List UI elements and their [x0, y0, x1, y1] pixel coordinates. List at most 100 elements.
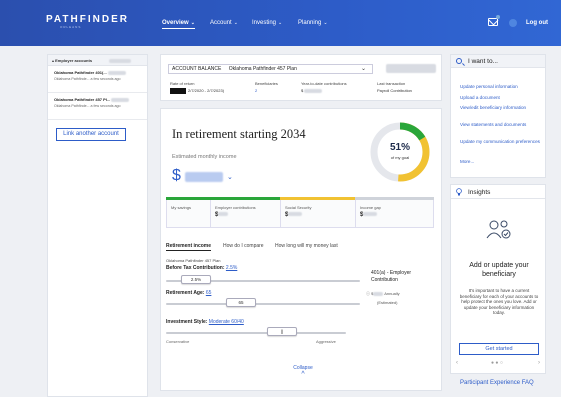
account-name: Oklahoma Pathfinder 457 Pl... [54, 97, 111, 102]
redacted-value [107, 70, 126, 75]
i-want-to-title: I want to... [468, 58, 498, 65]
avatar[interactable] [509, 19, 517, 27]
contribution-slider-thumb[interactable]: 2.5% [181, 275, 211, 284]
insights-card: Insights Add or update your beneficiary … [450, 184, 546, 374]
account-balance-label: ACCOUNT BALANCE [172, 66, 222, 72]
contribution-label: Before Tax Contribution: 2.5% [166, 265, 237, 271]
ytd-label: Year-to-date contributions [301, 81, 347, 86]
redacted-value [170, 88, 186, 94]
retirement-age-text: Retirement Age: [166, 290, 205, 296]
chevron-left-icon[interactable]: ‹ [456, 360, 458, 366]
redacted-value [109, 58, 132, 63]
account-subtitle: Oklahoma Pathfinde... a few seconds ago [54, 104, 121, 108]
plan-selector[interactable]: ACCOUNT BALANCE Oklahoma Pathfinder 457 … [168, 64, 373, 74]
tab-how-long-money-last[interactable]: How long will my money last [275, 243, 338, 249]
segment-label: Social Security [285, 205, 312, 210]
chevron-down-icon: ⌄ [323, 20, 328, 26]
nav-account-label: Account [210, 20, 232, 26]
estimated-income-label: Estimated monthly income [172, 154, 237, 160]
participant-faq-link[interactable]: Participant Experience FAQ [460, 380, 534, 386]
account-balance-card: ACCOUNT BALANCE Oklahoma Pathfinder 457 … [160, 54, 442, 101]
link-another-account-button[interactable]: Link another account [56, 128, 126, 141]
link-beneficiary-info[interactable]: View/edit beneficiary information [460, 105, 540, 111]
investment-style-text: Investment Style: [166, 319, 208, 325]
account-list-item[interactable]: Oklahoma Pathfinder 401(... Oklahoma Pat… [48, 66, 147, 93]
investment-style-slider-track[interactable] [166, 332, 346, 334]
segment-label: My savings [171, 205, 192, 210]
last-transaction: Last transaction Payroll Contribution [377, 81, 412, 93]
link-communication-preferences[interactable]: Update my communication preferences [460, 139, 540, 145]
get-started-button[interactable]: Get started [459, 343, 539, 355]
segment-bar [166, 197, 211, 200]
chevron-down-icon: ⌄ [233, 20, 238, 26]
investment-style-slider-thumb[interactable]: || [267, 327, 297, 336]
mail-icon[interactable] [488, 18, 498, 26]
redacted-value [363, 212, 378, 217]
retirement-age-slider-track[interactable] [166, 303, 360, 305]
nav-investing[interactable]: Investing ⌄ [252, 20, 282, 26]
lightbulb-icon [456, 188, 462, 196]
caret-up-icon: ▴ [52, 58, 55, 63]
chevron-right-icon[interactable]: › [538, 360, 540, 366]
insights-body: It's important to have a current benefic… [459, 288, 539, 316]
rate-date-range: 2/7/2020 - 2/7/2023) [188, 88, 225, 94]
redacted-income-value [185, 172, 223, 182]
conservative-label: Conservative [166, 339, 190, 344]
segment-value: $ [285, 212, 303, 218]
ytd-contributions: Year-to-date contributions $ [301, 81, 347, 93]
beneficiary-people-icon [486, 220, 511, 239]
employer-accounts-panel: ▴ Employer accounts Oklahoma Pathfinder … [47, 54, 148, 397]
annual-employer-amount: ⓘ $ Annually [366, 291, 400, 297]
link-update-personal-info[interactable]: Update personal information [460, 84, 540, 90]
chevron-down-icon[interactable]: ⌄ [361, 65, 366, 72]
tab-how-do-i-compare[interactable]: How do I compare [223, 243, 264, 249]
account-list-item[interactable]: Oklahoma Pathfinder 457 Pl... Oklahoma P… [48, 93, 147, 120]
ytd-value: $ [301, 88, 347, 93]
redacted-value [288, 212, 303, 217]
nav-account[interactable]: Account ⌄ [210, 20, 238, 26]
insights-carousel: ‹ ● ● ○ › [451, 359, 545, 371]
i-want-to-card: I want to... Update personal information… [450, 54, 546, 178]
notification-dot-icon [496, 15, 500, 19]
nav-overview[interactable]: Overview ⌄ [162, 20, 195, 29]
segment-bar [280, 197, 356, 200]
goal-label: of my goal [390, 155, 410, 160]
logo-subtitle: ORLEANS [60, 25, 82, 29]
insights-header: Insights [451, 185, 545, 199]
chevron-down-icon: ⌄ [278, 20, 283, 26]
segment-social-security: Social Security $ [280, 197, 356, 228]
income-breakdown: My savings Employer contributions $ Soci… [166, 197, 434, 228]
nav-planning[interactable]: Planning ⌄ [298, 20, 328, 26]
contribution-value-link[interactable]: 2.5% [226, 265, 237, 271]
tab-retirement-income[interactable]: Retirement income [166, 243, 212, 251]
redacted-value [218, 212, 229, 217]
retirement-age-slider-thumb[interactable]: 65 [226, 298, 256, 307]
segment-my-savings: My savings [166, 197, 211, 228]
retirement-age-label: Retirement Age: 65 [166, 290, 211, 296]
link-upload-document[interactable]: Upload a document [460, 95, 540, 101]
annual-label: Annually [384, 291, 400, 296]
collapse-button[interactable]: Collapse ^ [289, 365, 317, 378]
segment-value: $ [360, 212, 378, 218]
segment-bar [355, 197, 434, 200]
carousel-dots[interactable]: ● ● ○ [491, 360, 503, 366]
redacted-value [373, 291, 384, 296]
retirement-age-value-link[interactable]: 65 [206, 290, 212, 296]
logout-link[interactable]: Log out [526, 20, 548, 26]
investment-style-link[interactable]: Moderate 60/40 [209, 319, 244, 325]
retirement-income-card: In retirement starting 2034 Estimated mo… [160, 108, 442, 391]
link-statements[interactable]: View statements and documents [460, 122, 540, 128]
link-more[interactable]: More... [460, 159, 540, 165]
chevron-down-icon[interactable]: ⌄ [227, 173, 233, 181]
chevron-down-icon: ⌄ [190, 20, 195, 26]
investment-style-label: Investment Style: Moderate 60/40 [166, 319, 244, 325]
estimated-label: (Estimated) [377, 300, 398, 305]
pathfinder-logo[interactable]: PATHFINDER [46, 14, 129, 25]
rate-of-return: Rate of return 2/7/2020 - 2/7/2023) [170, 81, 224, 94]
beneficiaries-value[interactable]: 2 [255, 88, 278, 93]
employer-accounts-header[interactable]: ▴ Employer accounts [48, 55, 147, 66]
aggressive-label: Aggressive [316, 339, 336, 344]
account-subtitle: Oklahoma Pathfinde... a few seconds ago [54, 77, 121, 81]
segment-bar [210, 197, 281, 200]
beneficiaries: Beneficiaries 2 [255, 81, 278, 93]
